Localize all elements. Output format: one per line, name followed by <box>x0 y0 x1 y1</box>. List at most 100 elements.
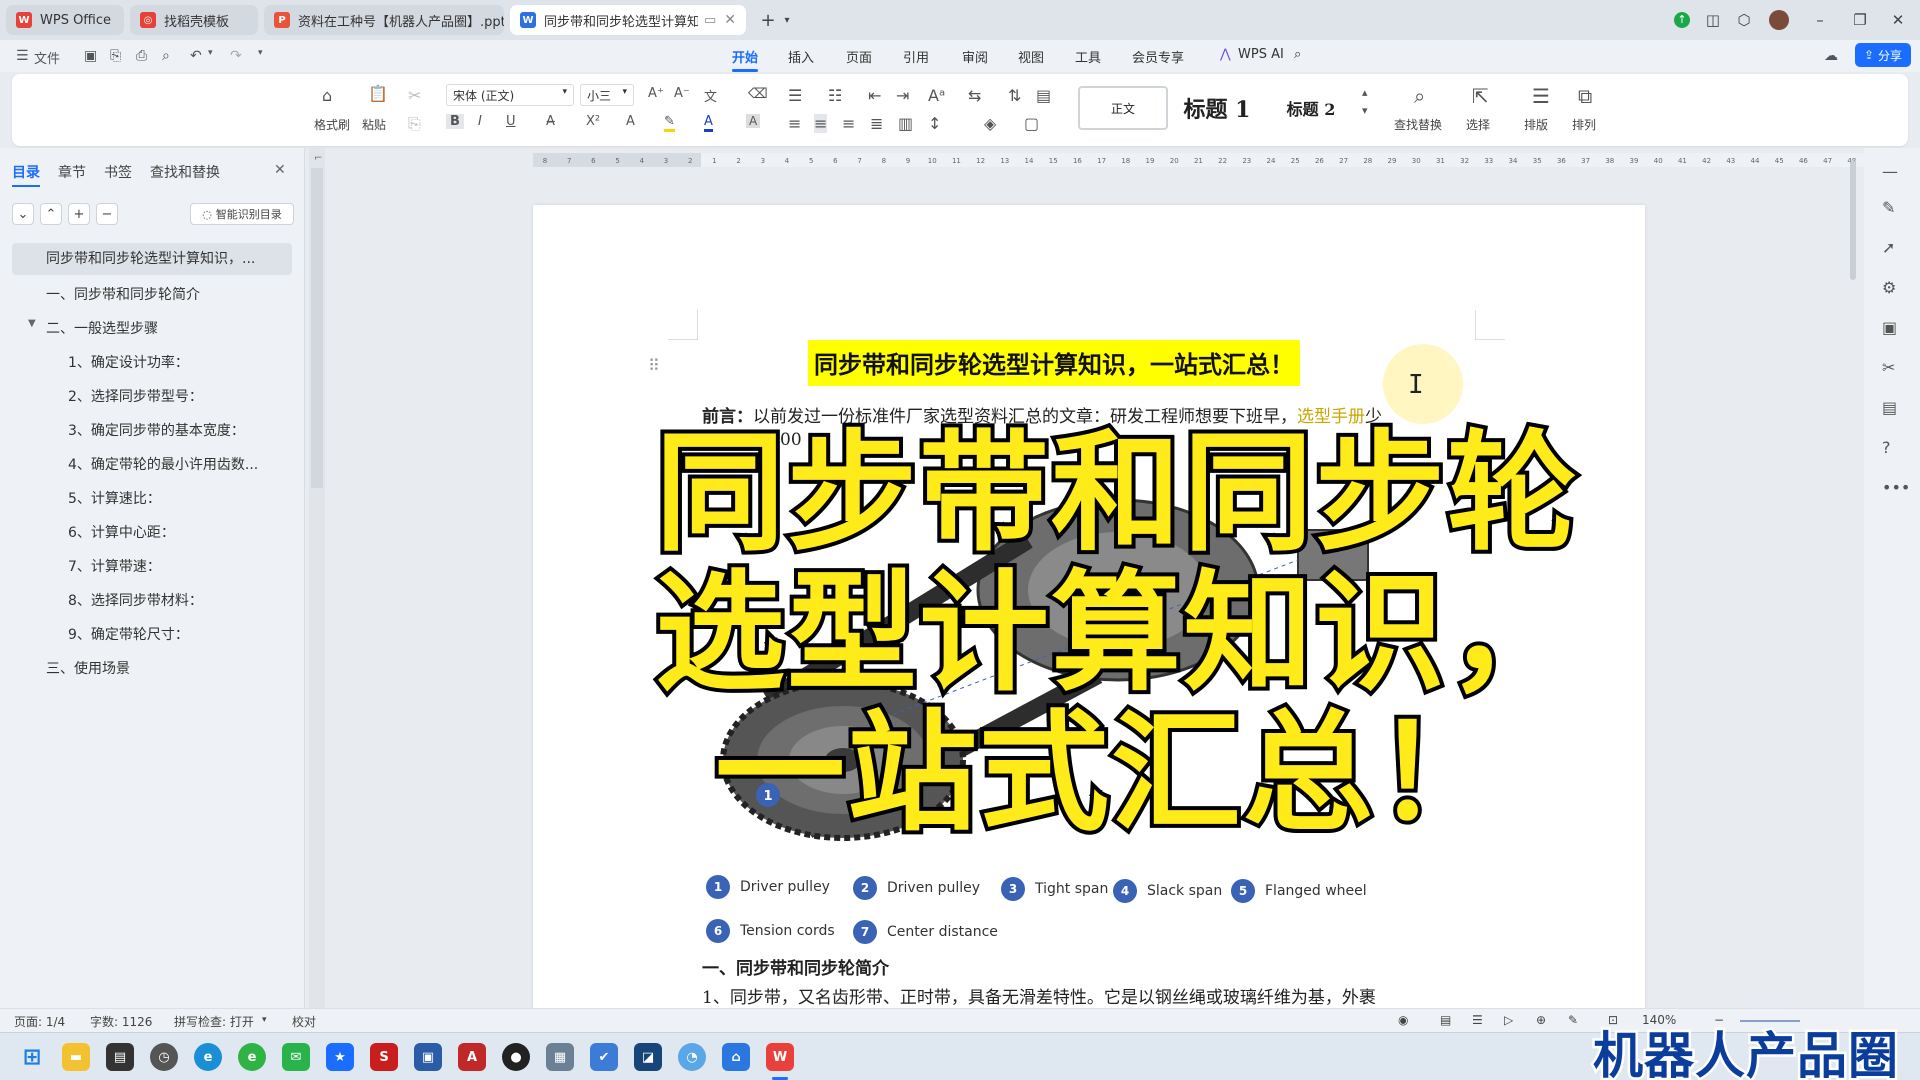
toc-item[interactable]: 二、一般选型步骤 <box>46 318 296 338</box>
autocad-icon[interactable]: A <box>458 1043 486 1071</box>
print-preview-icon[interactable]: ⌕ <box>162 48 170 64</box>
highlight-icon[interactable]: ✎ <box>664 114 675 132</box>
arrange-icon[interactable]: ⧉ <box>1578 84 1592 108</box>
select-label[interactable]: 选择 <box>1466 116 1490 133</box>
sidebar-tab-bookmarks[interactable]: 书签 <box>104 162 132 182</box>
grow-font-icon[interactable]: A⁺ <box>648 86 664 101</box>
close-window-icon[interactable]: ✕ <box>1888 8 1908 32</box>
new-tab-icon[interactable]: + <box>756 8 780 32</box>
border-icon[interactable]: ▢ <box>1024 114 1039 133</box>
phonetic-icon[interactable]: 文 <box>704 86 717 105</box>
cloud-icon[interactable]: ☁ <box>1824 48 1838 64</box>
close-pane-icon[interactable]: ✕ <box>274 162 286 178</box>
remove-heading-icon[interactable]: − <box>96 203 118 225</box>
align-center-icon[interactable]: ≡ <box>814 114 828 133</box>
clear-format-icon[interactable]: ⌫ <box>748 86 768 102</box>
line-spacing-icon[interactable]: ↕ <box>928 114 941 133</box>
sidebar-tab-find-replace[interactable]: 查找和替换 <box>150 162 220 182</box>
tab-list-chevron-icon[interactable]: ▾ <box>780 8 794 32</box>
toc-item[interactable]: 2、选择同步带型号： <box>68 386 293 406</box>
style-normal[interactable]: 正文 <box>1078 86 1168 130</box>
vertical-ruler[interactable] <box>309 148 325 1008</box>
decrease-indent-icon[interactable]: ⇤ <box>868 86 881 105</box>
word-count[interactable]: 字数: 1126 <box>90 1013 152 1030</box>
chat-app-icon[interactable]: ◔ <box>678 1043 706 1071</box>
style-down-icon[interactable]: ▾ <box>1362 104 1368 117</box>
feishu-icon[interactable]: ✔ <box>590 1043 618 1071</box>
layout-icon[interactable]: ☰ <box>1532 84 1550 108</box>
justify-icon[interactable]: ≣ <box>870 114 883 133</box>
underline-icon[interactable]: U <box>506 114 516 129</box>
menu-wps-ai[interactable]: WPS AI <box>1238 47 1284 62</box>
ie-browser-icon[interactable]: e <box>238 1043 266 1071</box>
distribute-icon[interactable]: ▥ <box>898 114 913 133</box>
toc-item[interactable]: 5、计算速比： <box>68 488 293 508</box>
char-shading-icon[interactable]: A <box>746 114 761 128</box>
restore-icon[interactable]: ❐ <box>1850 8 1870 32</box>
image-edit-icon[interactable]: ▣ <box>1882 318 1897 337</box>
bold-icon[interactable]: B <box>446 114 464 129</box>
section-heading-1[interactable]: 一、同步带和同步轮简介 <box>702 954 889 979</box>
menu-view[interactable]: 视图 <box>1018 47 1044 66</box>
tab-wps-office[interactable]: W WPS Office <box>6 5 124 35</box>
book-icon[interactable]: ▤ <box>1882 398 1897 417</box>
toc-item[interactable]: 一、同步带和同步轮简介 <box>46 284 296 304</box>
clock-app-icon[interactable]: ◷ <box>150 1043 178 1071</box>
char-spacing-icon[interactable]: Aᵃ <box>928 86 945 105</box>
save-icon[interactable]: ▣ <box>84 48 97 64</box>
edit-icon[interactable]: ✎ <box>1568 1013 1578 1027</box>
layout-label[interactable]: 排版 <box>1524 116 1548 133</box>
format-painter-icon[interactable]: ⌂ <box>322 86 332 105</box>
app-star-icon[interactable]: ★ <box>326 1043 354 1071</box>
wechat-icon[interactable]: ✉ <box>282 1043 310 1071</box>
style-heading-1[interactable]: 标题 1 <box>1172 86 1262 130</box>
sort-icon[interactable]: ⇅ <box>1008 86 1021 105</box>
layout-icon[interactable]: ◫ <box>1703 8 1723 32</box>
menu-icon[interactable]: ☰ <box>16 48 29 64</box>
strikethrough-icon[interactable]: A̶ <box>546 114 555 129</box>
tab-pptx-file[interactable]: P 资料在工种号【机器人产品圈】.pptx <box>264 5 504 35</box>
photo-app-icon[interactable]: ◪ <box>634 1043 662 1071</box>
menu-references[interactable]: 引用 <box>903 47 929 66</box>
search-icon[interactable]: ⌕ <box>1294 47 1301 62</box>
wps-taskbar-icon[interactable]: W <box>766 1043 794 1071</box>
copy-icon[interactable]: ⎘ <box>408 114 421 134</box>
show-marks-icon[interactable]: ▤ <box>1036 86 1051 105</box>
undo-icon[interactable]: ↶ <box>190 48 202 64</box>
solidworks-icon[interactable]: S <box>370 1043 398 1071</box>
pen-icon[interactable]: ✎ <box>1882 198 1895 217</box>
sidebar-tab-toc[interactable]: 目录 <box>12 162 40 187</box>
outline-view-icon[interactable]: ☰ <box>1472 1013 1483 1027</box>
tools-icon[interactable]: ✂ <box>1882 358 1895 377</box>
eye-icon[interactable]: ◉ <box>1398 1013 1408 1027</box>
web-view-icon[interactable]: ⊕ <box>1536 1013 1546 1027</box>
sidebar-tab-chapters[interactable]: 章节 <box>58 162 86 182</box>
undo-chevron-icon[interactable]: ▾ <box>208 48 213 58</box>
calculator-icon[interactable]: ▦ <box>546 1043 574 1071</box>
notes-app-icon[interactable]: ▤ <box>106 1043 134 1071</box>
pointer-icon[interactable]: ➚ <box>1882 238 1895 257</box>
toc-item[interactable]: 6、计算中心距： <box>68 522 293 542</box>
menu-home[interactable]: 开始 <box>732 47 759 72</box>
align-right-icon[interactable]: ≡ <box>842 114 855 133</box>
more-chevron-icon[interactable]: ▾ <box>258 48 263 58</box>
italic-icon[interactable]: I <box>478 114 482 129</box>
toc-item[interactable]: 9、确定带轮尺寸： <box>68 624 293 644</box>
redo-icon[interactable]: ↷ <box>230 48 242 64</box>
page-count[interactable]: 页面: 1/4 <box>14 1013 65 1030</box>
text-effect-icon[interactable]: A <box>626 114 635 129</box>
windows-start-icon[interactable]: ⊞ <box>18 1043 46 1071</box>
increase-indent-icon[interactable]: ⇥ <box>896 86 909 105</box>
expand-chevron-icon[interactable]: ▼ <box>28 318 36 329</box>
style-heading-2[interactable]: 标题 2 <box>1266 86 1356 130</box>
close-tab-icon[interactable]: ✕ <box>716 12 736 28</box>
menu-insert[interactable]: 插入 <box>788 47 814 66</box>
find-replace-icon[interactable]: ⌕ <box>1414 84 1425 108</box>
superscript-icon[interactable]: X² <box>586 114 600 129</box>
file-explorer-icon[interactable]: ▬ <box>62 1043 90 1071</box>
add-heading-icon[interactable]: + <box>68 203 90 225</box>
toc-item[interactable]: 4、确定带轮的最小许用齿数... <box>68 454 293 474</box>
cut-icon[interactable]: ✂ <box>408 86 421 105</box>
menu-page[interactable]: 页面 <box>846 47 872 66</box>
window-app-icon[interactable]: ▣ <box>414 1043 442 1071</box>
